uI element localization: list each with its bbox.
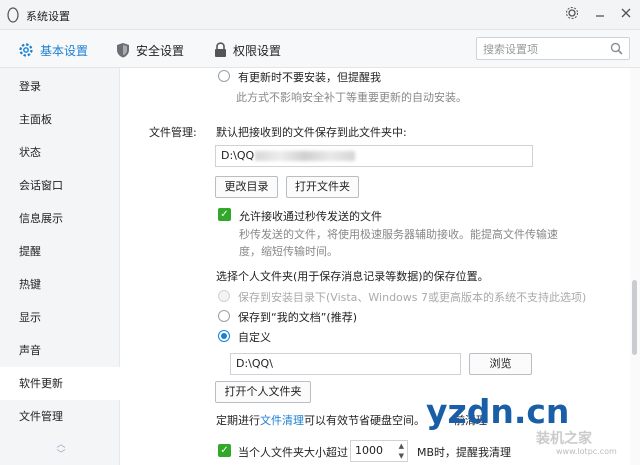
tab-security-settings[interactable]: 安全设置 (116, 40, 184, 60)
qq-penguin-icon (7, 7, 19, 23)
sidebar-item-main-panel[interactable]: 主面板 (0, 103, 120, 136)
close-icon[interactable] (617, 6, 635, 24)
allow-flash-transfer-note-line2: 度，缩短传输时间。 (239, 245, 338, 258)
watermark-logo: yzdn.cn (426, 392, 570, 431)
sidebar-item-login[interactable]: 登录 (0, 70, 120, 103)
radio-custom-location-label: 自定义 (238, 331, 271, 344)
watermark-url: www.lotpc.com (556, 447, 617, 456)
radio-custom-location[interactable] (218, 330, 230, 342)
sidebar: 登录 主面板 状态 会话窗口 信息展示 提醒 热键 显示 声音 软件更新 文件管… (0, 68, 120, 465)
sidebar-item-file-management[interactable]: 文件管理 (0, 400, 120, 433)
watermark-sub: 装机之家 (536, 431, 592, 447)
tab-label: 权限设置 (233, 43, 282, 58)
change-directory-button[interactable]: 更改目录 (215, 176, 278, 198)
update-option-label: 有更新时不要安装，但提醒我 (238, 71, 381, 84)
radio-save-install-dir (218, 290, 230, 302)
personal-folder-label: 选择个人文件夹(用于保存消息记录等数据)的保存位置。 (216, 270, 489, 283)
stepper-down-icon[interactable]: ▼ (399, 452, 404, 460)
sidebar-item-hotkey[interactable]: 热键 (0, 268, 120, 301)
file-cleanup-link[interactable]: 文件清理 (260, 414, 304, 427)
sidebar-item-info-display[interactable]: 信息展示 (0, 202, 120, 235)
search-box[interactable] (476, 37, 630, 60)
stepper-up-icon[interactable]: ▲ (399, 442, 404, 450)
tab-permission-settings[interactable]: 权限设置 (214, 40, 281, 60)
sidebar-item-chat-window[interactable]: 会话窗口 (0, 169, 120, 202)
title-bar: 系统设置 (0, 0, 640, 30)
shield-icon (117, 43, 129, 58)
radio-save-my-documents[interactable] (218, 310, 230, 322)
search-input[interactable] (483, 41, 603, 57)
size-reminder-checkbox[interactable]: ✓ (218, 444, 231, 457)
tab-basic-settings[interactable]: 基本设置 (18, 40, 88, 60)
allow-flash-transfer-checkbox[interactable]: ✓ (218, 208, 231, 221)
open-personal-folder-button[interactable]: 打开个人文件夹 (215, 381, 311, 403)
sidebar-item-display[interactable]: 显示 (0, 301, 120, 334)
sidebar-scroll-arrows[interactable]: ︿ ﹀ (54, 440, 68, 460)
redacted-path-blur (255, 151, 355, 161)
open-folder-button[interactable]: 打开文件夹 (286, 176, 359, 198)
size-limit-value: 1000 (355, 444, 383, 457)
search-icon[interactable] (610, 42, 623, 55)
content-scrollbar-thumb[interactable] (632, 280, 637, 355)
allow-flash-transfer-label: 允许接收通过秒传发送的文件 (239, 210, 382, 223)
default-save-path-value: D:\QQ (221, 149, 255, 162)
file-management-section-label: 文件管理: (149, 126, 197, 139)
browse-button[interactable]: 浏览 (469, 353, 532, 375)
window-title: 系统设置 (26, 10, 70, 23)
custom-path-value: D:\QQ\ (236, 357, 273, 370)
size-reminder-label: 当个人文件夹大小超过 (238, 446, 348, 459)
default-save-folder-label: 默认把接收到的文件保存到此文件夹中: (216, 126, 407, 139)
minimize-icon[interactable] (591, 6, 609, 24)
gear-icon (19, 43, 33, 57)
size-reminder-suffix: MB时，提醒我清理 (417, 446, 512, 459)
settings-icon[interactable] (563, 6, 581, 24)
sidebar-item-status[interactable]: 状态 (0, 136, 120, 169)
radio-save-my-documents-label: 保存到“我的文档”(推荐) (238, 311, 357, 324)
sidebar-item-software-update[interactable]: 软件更新 (0, 367, 120, 400)
content-scrollbar[interactable] (630, 68, 640, 465)
cleanup-hint: 定期进行文件清理可以有效节省硬盘空间。 (216, 412, 425, 428)
update-option-note: 此方式不影响安全补丁等重要更新的自动安装。 (236, 91, 467, 104)
cleanup-hint-prefix: 定期进行 (216, 414, 260, 427)
size-limit-stepper[interactable]: 1000 ▲ ▼ (350, 440, 408, 462)
chevron-up-icon[interactable]: ︿ (54, 440, 68, 450)
sidebar-item-sound[interactable]: 声音 (0, 334, 120, 367)
radio-update-notify[interactable] (218, 70, 230, 82)
sidebar-item-reminder[interactable]: 提醒 (0, 235, 120, 268)
tab-label: 安全设置 (136, 43, 185, 58)
allow-flash-transfer-note-line1: 秒传发送的文件，将使用极速服务器辅助接收。能提高文件传输速 (239, 228, 558, 241)
chevron-down-icon[interactable]: ﹀ (54, 450, 68, 460)
lock-icon (215, 42, 226, 57)
tab-label: 基本设置 (40, 43, 89, 58)
custom-path-field[interactable]: D:\QQ\ (230, 353, 461, 375)
radio-save-install-dir-label: 保存到安装目录下(Vista、Windows 7或更高版本的系统不支持此选项) (238, 291, 587, 304)
cleanup-hint-suffix: 可以有效节省硬盘空间。 (304, 414, 425, 427)
